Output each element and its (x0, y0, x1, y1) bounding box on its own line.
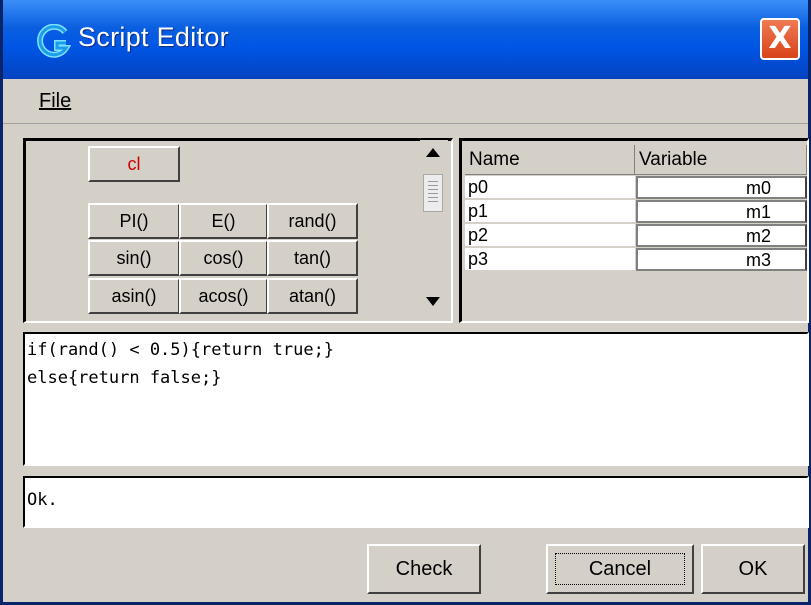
function-button-tan[interactable]: tan() (267, 240, 358, 276)
name-cell[interactable]: p1 (465, 200, 635, 223)
table-row[interactable]: p0 m0 (465, 176, 807, 199)
window-title: Script Editor (78, 22, 229, 52)
variables-panel: Name Variable p0 m0 p1 m1 p2 m2 p3 m3 (459, 138, 809, 323)
title-bar[interactable]: Script Editor X (3, 0, 808, 79)
function-button-asin[interactable]: asin() (88, 278, 180, 314)
table-row[interactable]: p1 m1 (465, 200, 807, 223)
menu-file[interactable]: File (39, 90, 71, 113)
variable-cell[interactable]: m0 (636, 176, 807, 199)
cancel-button[interactable]: Cancel (546, 544, 694, 594)
scroll-thumb[interactable] (423, 174, 443, 212)
script-editor-textarea[interactable]: if(rand() < 0.5){return true;} else{retur… (23, 332, 809, 466)
scroll-up-icon[interactable] (426, 148, 440, 157)
code-line: if(rand() < 0.5){return true;} (27, 340, 335, 360)
function-button-acos[interactable]: acos() (179, 278, 268, 314)
function-button-e[interactable]: E() (179, 203, 268, 239)
scroll-down-icon[interactable] (426, 297, 440, 306)
variable-cell[interactable]: m1 (636, 200, 807, 223)
name-cell[interactable]: p0 (465, 176, 635, 199)
g-app-icon (37, 24, 71, 58)
function-button-pi[interactable]: PI() (88, 203, 180, 239)
script-editor-window: Script Editor X File cl PI() E() rand() sin(… (0, 0, 811, 605)
close-button[interactable]: X (760, 18, 800, 60)
check-button[interactable]: Check (367, 544, 481, 594)
function-panel-scrollbar[interactable] (420, 140, 448, 314)
name-cell[interactable]: p3 (465, 248, 635, 271)
menu-bar: File (3, 79, 808, 124)
status-text: Ok. (27, 490, 58, 510)
table-row[interactable]: p2 m2 (465, 224, 807, 247)
table-row[interactable]: p3 m3 (465, 248, 807, 271)
column-header-name[interactable]: Name (465, 145, 635, 175)
variable-cell[interactable]: m2 (636, 224, 807, 247)
menu-file-label: File (39, 90, 72, 112)
code-line: else{return false;} (27, 368, 222, 388)
close-icon: X (768, 21, 792, 56)
focus-ring (555, 553, 685, 585)
ok-button[interactable]: OK (701, 544, 805, 594)
name-cell[interactable]: p2 (465, 224, 635, 247)
function-button-rand[interactable]: rand() (267, 203, 358, 239)
function-button-sin[interactable]: sin() (88, 240, 180, 276)
function-button-atan[interactable]: atan() (267, 278, 358, 314)
clear-button[interactable]: cl (88, 146, 180, 182)
function-panel: cl PI() E() rand() sin() cos() tan() asin() acos… (23, 138, 453, 323)
status-output: Ok. (23, 476, 809, 528)
column-header-variable[interactable]: Variable (635, 145, 807, 175)
variable-cell[interactable]: m3 (636, 248, 807, 271)
function-button-cos[interactable]: cos() (179, 240, 268, 276)
